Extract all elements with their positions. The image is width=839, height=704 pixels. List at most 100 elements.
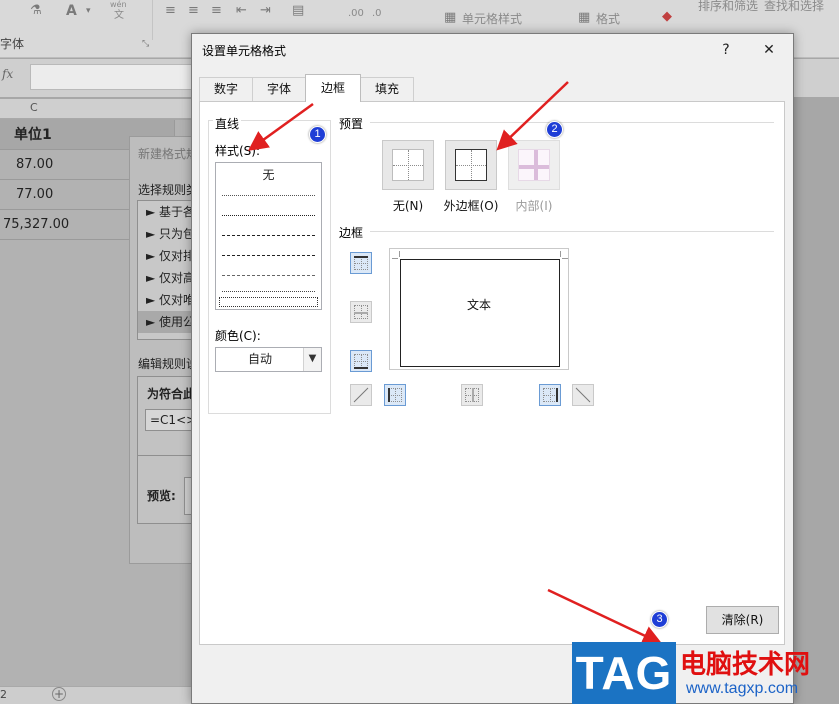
chevron-down-icon[interactable]: ▾ (86, 3, 91, 19)
presets-divider (370, 122, 774, 123)
border-inside-vertical-button[interactable] (461, 384, 483, 406)
list-item[interactable]: ► 仅对唯 (138, 289, 198, 311)
border-diagonal-up-button[interactable] (350, 384, 372, 406)
font-color-icon[interactable]: A (66, 3, 77, 19)
formula-label: 为符合此 (147, 387, 196, 401)
selected-line-style[interactable] (219, 297, 318, 307)
align-center-icon[interactable]: ≡ (188, 3, 199, 19)
preview-text: 文本 (466, 298, 491, 312)
preset-outline-icon (455, 149, 487, 181)
preset-inside-icon (518, 149, 550, 181)
new-format-rule-dialog: 新建格式规 选择规则类 ► 基于各 ► 只为包 ► 仅对排 ► 仅对高 ► 仅对… (129, 136, 199, 564)
cell-style-icon[interactable]: ▦ (444, 10, 456, 26)
cell-style-button[interactable]: 单元格样式 (462, 11, 522, 27)
preview-tick (392, 258, 398, 259)
border-preview[interactable]: 文本 (389, 248, 569, 370)
fx-icon[interactable]: fx (2, 67, 24, 87)
border-bottom-button[interactable] (350, 350, 372, 372)
tab-font[interactable]: 字体 (252, 77, 306, 101)
border-bottom-icon (354, 354, 368, 368)
add-sheet-icon[interactable]: + (52, 687, 66, 701)
border-left-button[interactable] (384, 384, 406, 406)
watermark-site-name: 电脑技术网 (680, 650, 811, 680)
border-right-icon (543, 388, 557, 402)
preset-none-button[interactable] (382, 140, 434, 190)
close-button[interactable]: ✕ (749, 36, 789, 64)
select-rule-type-label: 选择规则类 (138, 183, 199, 197)
formula-input[interactable] (30, 64, 200, 90)
watermark-url: www.tagxp.com (686, 680, 799, 697)
tab-number[interactable]: 数字 (199, 77, 253, 101)
border-diagonal-down-button[interactable] (572, 384, 594, 406)
tab-border[interactable]: 边框 (305, 74, 361, 102)
border-tab-panel: 直线 样式(S): 无 颜色(C): 自动 ▼ 预置 无(N) 外边框(O) 内… (199, 101, 785, 645)
diagonal-up-icon (353, 387, 369, 403)
decrease-decimal-icon[interactable]: .0 (372, 6, 382, 22)
step-badge-3: 3 (651, 611, 668, 628)
color-label: 颜色(C): (215, 329, 261, 343)
line-style-list[interactable]: 无 (215, 162, 322, 310)
ribbon-separator (152, 0, 153, 40)
formula-field-value: =C1<> (150, 413, 197, 427)
eraser-icon[interactable]: ◆ (662, 9, 672, 25)
increase-indent-icon[interactable]: ⇥ (260, 3, 271, 19)
chevron-down-icon[interactable]: ▼ (303, 348, 321, 371)
preview-tick (560, 251, 561, 257)
border-divider (370, 231, 774, 232)
border-top-button[interactable] (350, 252, 372, 274)
increase-decimal-icon[interactable]: .00 (348, 6, 364, 22)
column-header: C (0, 99, 200, 119)
format-cells-dialog: 设置单元格格式 ? ✕ 数字 字体 边框 填充 直线 样式(S): 无 颜色(C… (191, 33, 794, 704)
preview-tick (562, 258, 568, 259)
preset-inside-button[interactable] (508, 140, 560, 190)
step-badge-1: 1 (309, 126, 326, 143)
watermark: TAG 电脑技术网 www.tagxp.com (572, 642, 839, 704)
find-select-button[interactable]: 查找和选择 (764, 0, 824, 14)
preset-outline-label: 外边框(O) (443, 199, 499, 213)
tab-fill[interactable]: 填充 (360, 77, 414, 101)
line-style-hair[interactable] (222, 195, 315, 196)
rule-type-list[interactable]: ► 基于各 ► 只为包 ► 仅对排 ► 仅对高 ► 仅对唯 ► 使用公 (137, 200, 198, 340)
clear-button[interactable]: 清除(R) (706, 606, 779, 634)
format-icon[interactable]: ▦ (578, 10, 590, 26)
format-button[interactable]: 格式 (596, 11, 620, 27)
preview-cell-box (400, 259, 560, 367)
format-painter-icon[interactable]: ⚗ (30, 3, 42, 19)
rule-description-box: 为符合此 =C1<> 预览: (137, 376, 198, 524)
line-style-dashed[interactable] (222, 275, 315, 276)
edit-rule-label: 编辑规则说 (138, 357, 199, 371)
line-style-dash-dot-dot[interactable] (222, 255, 315, 256)
phonetic-icon-char[interactable]: 文 (114, 8, 124, 24)
diagonal-down-icon (575, 387, 591, 403)
border-right-button[interactable] (539, 384, 561, 406)
align-left-icon[interactable]: ≡ (165, 3, 176, 19)
step-badge-2: 2 (546, 121, 563, 138)
preset-none-icon (392, 149, 424, 181)
sort-filter-button[interactable]: 排序和筛选 (698, 0, 758, 14)
list-item[interactable]: ► 使用公 (138, 311, 198, 333)
border-group-label: 边框 (339, 226, 364, 240)
divider (138, 455, 198, 456)
help-button[interactable]: ? (706, 36, 746, 64)
preview-label: 预览: (147, 489, 176, 503)
border-left-icon (388, 388, 402, 402)
dialog-title: 设置单元格格式 (202, 44, 287, 58)
align-right-icon[interactable]: ≡ (211, 3, 222, 19)
border-inside-horizontal-button[interactable] (350, 301, 372, 323)
list-item[interactable]: ► 仅对排 (138, 245, 198, 267)
list-item[interactable]: ► 仅对高 (138, 267, 198, 289)
decrease-indent-icon[interactable]: ⇤ (236, 3, 247, 19)
line-style-dotted[interactable] (222, 215, 315, 216)
style-label: 样式(S): (215, 144, 261, 158)
line-style-dash-dot[interactable] (222, 235, 315, 236)
sheet-tab[interactable]: 2 (0, 688, 7, 701)
line-style-none[interactable]: 无 (216, 166, 321, 183)
merge-cells-icon[interactable]: ▤ (292, 3, 304, 19)
color-dropdown[interactable]: 自动 ▼ (215, 347, 322, 372)
dialog-launcher-icon[interactable]: ⤡ (142, 36, 149, 52)
list-item[interactable]: ► 只为包 (138, 223, 198, 245)
preset-outline-button[interactable] (445, 140, 497, 190)
line-style-fine-dotted[interactable] (222, 291, 315, 292)
list-item[interactable]: ► 基于各 (138, 201, 198, 223)
column-letter[interactable]: C (30, 101, 38, 114)
